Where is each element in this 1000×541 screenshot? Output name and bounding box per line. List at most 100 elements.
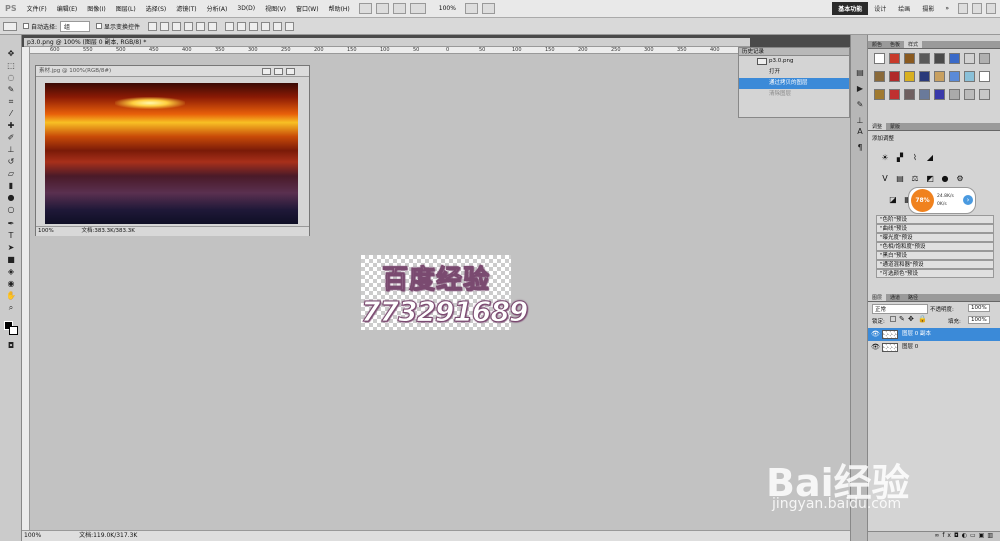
exposure-icon[interactable]: ◢ [925,153,935,162]
menu-analysis[interactable]: 分析(A) [202,4,233,13]
arrange-documents-icon[interactable] [464,3,478,14]
mini-bridge-icon[interactable] [375,3,389,14]
3d-rotate-tool-icon[interactable]: ◈ [5,267,17,277]
layer-row[interactable]: 👁 图层 0 副本 [868,328,1000,341]
subwindow-close-icon[interactable] [286,68,295,75]
tab-channels[interactable]: 通道 [886,294,904,301]
distribute-right-icon[interactable] [285,21,295,31]
shape-tool-icon[interactable]: ■ [5,255,17,265]
menu-layer[interactable]: 图层(L) [111,4,141,13]
hue-saturation-icon[interactable]: ▤ [895,174,905,183]
lock-all-icon[interactable]: 🔒 [918,315,927,323]
style-swatch[interactable] [889,89,900,100]
move-tool-icon[interactable]: ✥ [5,49,17,59]
new-adjustment-icon[interactable]: ◐ [962,532,970,539]
network-speed-widget[interactable]: 78% 24.8K/s 0K/s › [908,187,976,214]
zoom-tool-icon[interactable]: ⌕ [5,303,17,313]
style-swatch[interactable] [874,89,885,100]
menu-image[interactable]: 图像(I) [82,4,110,13]
style-swatch[interactable] [919,53,930,64]
style-swatch[interactable] [919,71,930,82]
black-white-icon[interactable]: ◩ [925,174,935,183]
minimize-icon[interactable] [958,3,968,14]
align-top-icon[interactable] [148,21,158,31]
align-vcenter-icon[interactable] [160,21,170,31]
document-tab[interactable]: p3.0.png @ 100% (图层 0 副本, RGB/8) * [24,38,750,47]
style-swatch[interactable] [889,71,900,82]
style-swatch[interactable] [874,71,885,82]
workspace-photography[interactable]: 摄影 [916,2,940,15]
channel-mixer-icon[interactable]: ⚙ [955,174,965,183]
style-swatch[interactable] [979,71,990,82]
style-swatch[interactable] [919,89,930,100]
new-group-icon[interactable]: ▭ [970,532,979,539]
preset-selective-color[interactable]: "可选颜色"预设 [876,269,994,278]
hand-tool-icon[interactable]: ✋ [5,291,17,301]
eraser-tool-icon[interactable]: ▱ [5,169,17,179]
move-tool-preset-icon[interactable] [3,21,17,31]
show-transform-checkbox[interactable] [96,23,103,29]
actions-panel-icon[interactable]: ▶ [854,84,866,94]
blur-tool-icon[interactable]: ● [5,193,17,203]
tab-layers[interactable]: 图层 [868,294,887,301]
blend-mode-select[interactable]: 正常 [872,304,928,314]
character-panel-icon[interactable]: A [854,127,866,137]
meter-expand-icon[interactable]: › [963,195,973,205]
extras-icon[interactable] [392,3,406,14]
auto-select-checkbox[interactable] [23,23,29,29]
style-swatch[interactable] [934,71,945,82]
distribute-top-icon[interactable] [225,21,235,31]
delete-layer-icon[interactable]: ▥ [987,532,996,539]
menu-file[interactable]: 文件(F) [22,4,52,13]
bridge-icon[interactable] [358,3,372,14]
style-swatch[interactable] [934,89,945,100]
eyedropper-tool-icon[interactable]: ⁄ [5,109,17,119]
style-swatch[interactable] [964,71,975,82]
dodge-tool-icon[interactable]: ○ [5,205,17,215]
status-doc-info[interactable]: 文档:119.0K/317.3K [79,532,137,539]
style-swatch[interactable] [979,89,990,100]
menu-select[interactable]: 选择(S) [141,4,172,13]
tab-masks[interactable]: 蒙版 [886,123,904,130]
fill-input[interactable]: 100% [968,316,990,324]
auto-select-dropdown[interactable]: 组 [60,20,91,32]
zoom-level-icon[interactable] [409,3,426,14]
quick-mask-icon[interactable]: ◘ [5,341,17,351]
subwindow-zoom[interactable]: 100% [38,228,54,234]
tab-swatches[interactable]: 色板 [886,41,904,48]
levels-icon[interactable]: ▞ [895,153,905,162]
tab-adjustments[interactable]: 调整 [868,123,887,130]
document-canvas[interactable]: 百度经验 773291689 [361,255,529,330]
distribute-vcenter-icon[interactable] [237,21,247,31]
brush-tool-icon[interactable]: ✐ [5,133,17,143]
marquee-tool-icon[interactable]: ⬚ [5,61,17,71]
preset-black-white[interactable]: "黑白"预设 [876,251,994,260]
style-swatch[interactable] [889,53,900,64]
history-panel-title[interactable]: 历史记录 [742,49,764,55]
style-swatch[interactable] [964,53,975,64]
curves-icon[interactable]: ⌇ [910,153,920,162]
preset-hue-saturation[interactable]: "色相/饱和度"预设 [876,242,994,251]
distribute-hcenter-icon[interactable] [273,21,283,31]
workspace-painting[interactable]: 绘画 [892,2,916,15]
history-item[interactable]: 通过拷贝的图层 [739,78,849,89]
clone-source-icon[interactable]: ⊥ [854,116,866,126]
screen-mode-icon[interactable] [481,3,495,14]
subwindow-minimize-icon[interactable] [262,68,271,75]
align-hcenter-icon[interactable] [196,21,206,31]
distribute-left-icon[interactable] [261,21,271,31]
layer-row[interactable]: 👁 图层 0 [868,341,1000,354]
healing-brush-tool-icon[interactable]: ✚ [5,121,17,131]
visibility-eye-icon[interactable]: 👁 [871,341,880,354]
style-swatch[interactable] [904,53,915,64]
history-item[interactable]: 清除图层 [739,89,849,100]
style-swatch[interactable] [949,89,960,100]
vibrance-icon[interactable]: V [880,174,890,183]
style-swatch[interactable] [874,53,885,64]
more-workspaces-icon[interactable]: » [940,5,954,12]
path-select-tool-icon[interactable]: ➤ [5,243,17,253]
invert-icon[interactable]: ◪ [888,195,898,204]
fx-icon[interactable]: fx [942,532,954,539]
background-color-swatch[interactable] [9,326,18,335]
brightness-contrast-icon[interactable]: ☀ [880,153,890,162]
